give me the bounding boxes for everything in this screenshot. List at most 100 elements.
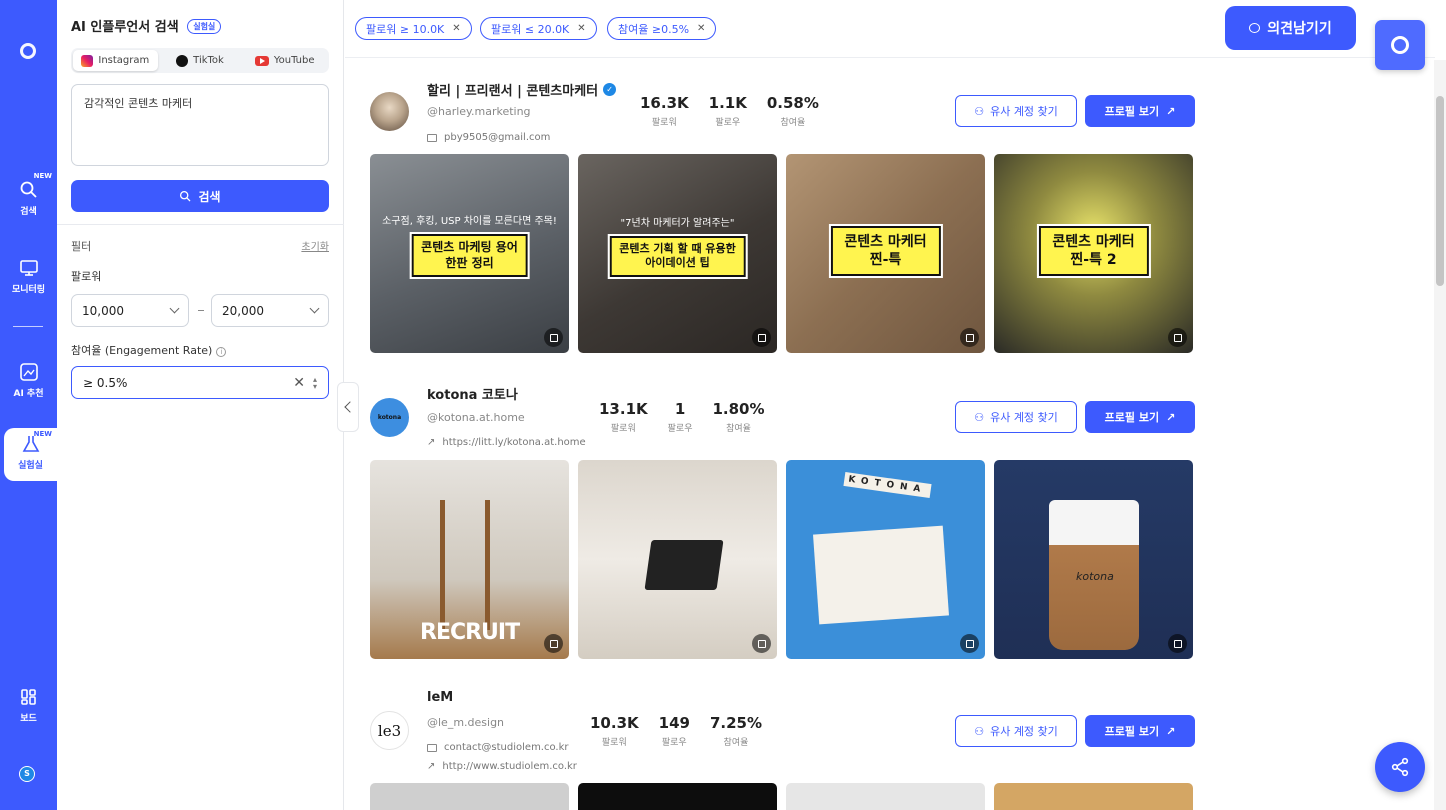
post-overlay-text: 소구점, 후킹, USP 차이를 모른다면 주목! <box>382 216 557 227</box>
scrollbar-thumb[interactable] <box>1436 96 1444 286</box>
external-arrow-icon: ↗ <box>1166 410 1176 424</box>
reset-link[interactable]: 초기화 <box>301 238 329 253</box>
avatar[interactable]: le3 <box>370 711 409 750</box>
chip-label: 참여율 ≥0.5% <box>618 22 690 36</box>
avatar[interactable]: kotona <box>370 398 409 437</box>
engagement-select[interactable]: ≥ 0.5% ✕ ▴ ▾ <box>71 366 329 399</box>
post-caption: 콘텐츠 마케터 찐-특 <box>828 223 943 279</box>
tab-label: Instagram <box>98 55 150 66</box>
instagram-icon <box>81 54 94 67</box>
profile-stats: 13.1K 팔로워 1 팔로우 1.80% 참여율 <box>599 400 765 434</box>
people-icon: ⚇ <box>974 724 985 738</box>
external-link-icon: ↗ <box>427 437 436 448</box>
followers-max-select[interactable]: 20,000 <box>211 294 329 327</box>
sparkle-image-icon <box>19 362 39 382</box>
nav-item-label: AI 추천 <box>13 389 44 399</box>
followers-min-select[interactable]: 10,000 <box>71 294 189 327</box>
user-avatar[interactable]: S <box>19 766 35 782</box>
post-thumbnail[interactable]: 콘텐츠 마케터 찐-특 2 <box>994 154 1193 353</box>
post-thumbnail[interactable] <box>786 783 985 810</box>
profile-name[interactable]: 할리 | 프리랜서 | 콘텐츠마케터 ✓ <box>427 80 617 99</box>
profile-name[interactable]: leM <box>427 690 453 705</box>
flask-icon <box>21 434 41 454</box>
search-button-label: 검색 <box>198 189 221 204</box>
post-thumbnail[interactable]: RECRUIT <box>370 460 569 659</box>
profile-handle: @le_m.design <box>427 716 505 729</box>
post-thumbnail[interactable]: 콘텐츠 마케터 찐-특 <box>786 154 985 353</box>
tab-tiktok[interactable]: TikTok <box>158 50 243 71</box>
view-profile-button[interactable]: 프로필 보기 ↗ <box>1085 715 1195 747</box>
feedback-button[interactable]: 의견남기기 <box>1225 6 1356 50</box>
search-button[interactable]: 검색 <box>71 180 329 212</box>
filter-chip[interactable]: 팔로워 ≥ 10.0K ✕ <box>355 17 472 40</box>
view-profile-button[interactable]: 프로필 보기 ↗ <box>1085 401 1195 433</box>
engagement-label-text: 참여율 (Engagement Rate) <box>71 344 213 357</box>
monitor-icon <box>19 258 39 278</box>
followers-label: 팔로워 <box>651 118 677 128</box>
ring-logo-icon <box>1391 36 1409 54</box>
nav-item-ai-recommend[interactable]: AI 추천 <box>0 362 57 399</box>
followers-max-value: 20,000 <box>222 303 264 318</box>
active-filters-bar: 팔로워 ≥ 10.0K ✕ 팔로워 ≤ 20.0K ✕ 참여율 ≥0.5% ✕ 의견남… <box>345 0 1435 58</box>
close-icon[interactable]: ✕ <box>697 23 705 34</box>
post-thumbnail[interactable]: 소구점, 후킹, USP 차이를 모른다면 주목! 콘텐츠 마케팅 용어 한판 정… <box>370 154 569 353</box>
app-logo-icon[interactable] <box>20 43 36 59</box>
clear-icon[interactable]: ✕ <box>293 375 305 391</box>
engagement-label: 참여율 <box>723 738 749 748</box>
nav-item-lab[interactable]: NEW 실험실 <box>4 428 57 481</box>
nav-item-monitoring[interactable]: 모니터링 <box>0 258 57 295</box>
filter-chip[interactable]: 참여율 ≥0.5% ✕ <box>607 17 717 40</box>
post-thumbnail[interactable] <box>994 783 1193 810</box>
following-value: 149 <box>658 714 690 732</box>
collapse-panel-button[interactable] <box>337 382 359 432</box>
post-thumbnail[interactable]: "7년차 마케터가 알려주는" 콘텐츠 기획 할 때 유용한 아이데이션 팁 <box>578 154 777 353</box>
info-icon[interactable]: i <box>216 347 227 357</box>
close-icon[interactable]: ✕ <box>577 23 585 34</box>
avatar[interactable] <box>370 92 409 131</box>
find-similar-label: 유사 계정 찾기 <box>990 411 1058 424</box>
post-thumbnail[interactable] <box>578 783 777 810</box>
post-overlay-text: KOTONA <box>843 472 932 498</box>
followers-min-value: 10,000 <box>82 303 124 318</box>
nav-item-label: 실험실 <box>18 461 43 471</box>
tab-instagram[interactable]: Instagram <box>73 50 158 71</box>
profile-name-text: kotona 코토나 <box>427 388 518 403</box>
post-overlay-text: "7년차 마케터가 알려주는" <box>620 218 735 229</box>
find-similar-button[interactable]: ⚇ 유사 계정 찾기 <box>955 401 1077 433</box>
find-similar-button[interactable]: ⚇ 유사 계정 찾기 <box>955 715 1077 747</box>
range-dash <box>198 310 204 311</box>
tab-label: TikTok <box>193 55 224 66</box>
search-icon <box>180 190 191 202</box>
find-similar-label: 유사 계정 찾기 <box>990 725 1058 738</box>
find-similar-button[interactable]: ⚇ 유사 계정 찾기 <box>955 95 1077 127</box>
close-icon[interactable]: ✕ <box>452 23 460 34</box>
nav-item-label: 보드 <box>20 714 37 724</box>
post-thumbnail[interactable] <box>370 783 569 810</box>
profile-handle: @kotona.at.home <box>427 411 525 424</box>
share-icon <box>1391 757 1409 777</box>
post-thumbnail[interactable] <box>578 460 777 659</box>
profile-stats: 16.3K 팔로워 1.1K 팔로우 0.58% 참여율 <box>640 94 819 128</box>
profile-handle: @harley.marketing <box>427 105 531 118</box>
search-query-input[interactable]: 감각적인 콘텐츠 마케터 <box>71 84 329 166</box>
email-text: pby9505@gmail.com <box>444 132 551 143</box>
nav-item-label: 검색 <box>20 207 37 217</box>
tab-youtube[interactable]: YouTube <box>242 50 327 71</box>
profile-name[interactable]: kotona 코토나 <box>427 384 518 403</box>
share-button[interactable] <box>1375 742 1425 792</box>
view-profile-button[interactable]: 프로필 보기 ↗ <box>1085 95 1195 127</box>
find-similar-label: 유사 계정 찾기 <box>990 105 1058 118</box>
post-thumbnail[interactable]: kotona <box>994 460 1193 659</box>
profile-link[interactable]: ↗ https://litt.ly/kotona.at.home <box>427 437 586 448</box>
post-thumbnail[interactable]: KOTONA <box>786 460 985 659</box>
profile-link[interactable]: ↗ http://www.studiolem.co.kr <box>427 761 577 772</box>
followers-value: 10.3K <box>590 714 639 732</box>
nav-item-board[interactable]: 보드 <box>0 687 57 724</box>
chip-label: 팔로워 ≤ 20.0K <box>491 22 570 36</box>
assistant-logo-button[interactable] <box>1375 20 1425 70</box>
following-label: 팔로우 <box>661 738 687 748</box>
post-overlay-text: RECRUIT <box>420 620 520 645</box>
profile-name-text: leM <box>427 690 454 705</box>
nav-item-search[interactable]: NEW 검색 <box>0 172 57 217</box>
filter-chip[interactable]: 팔로워 ≤ 20.0K ✕ <box>480 17 597 40</box>
